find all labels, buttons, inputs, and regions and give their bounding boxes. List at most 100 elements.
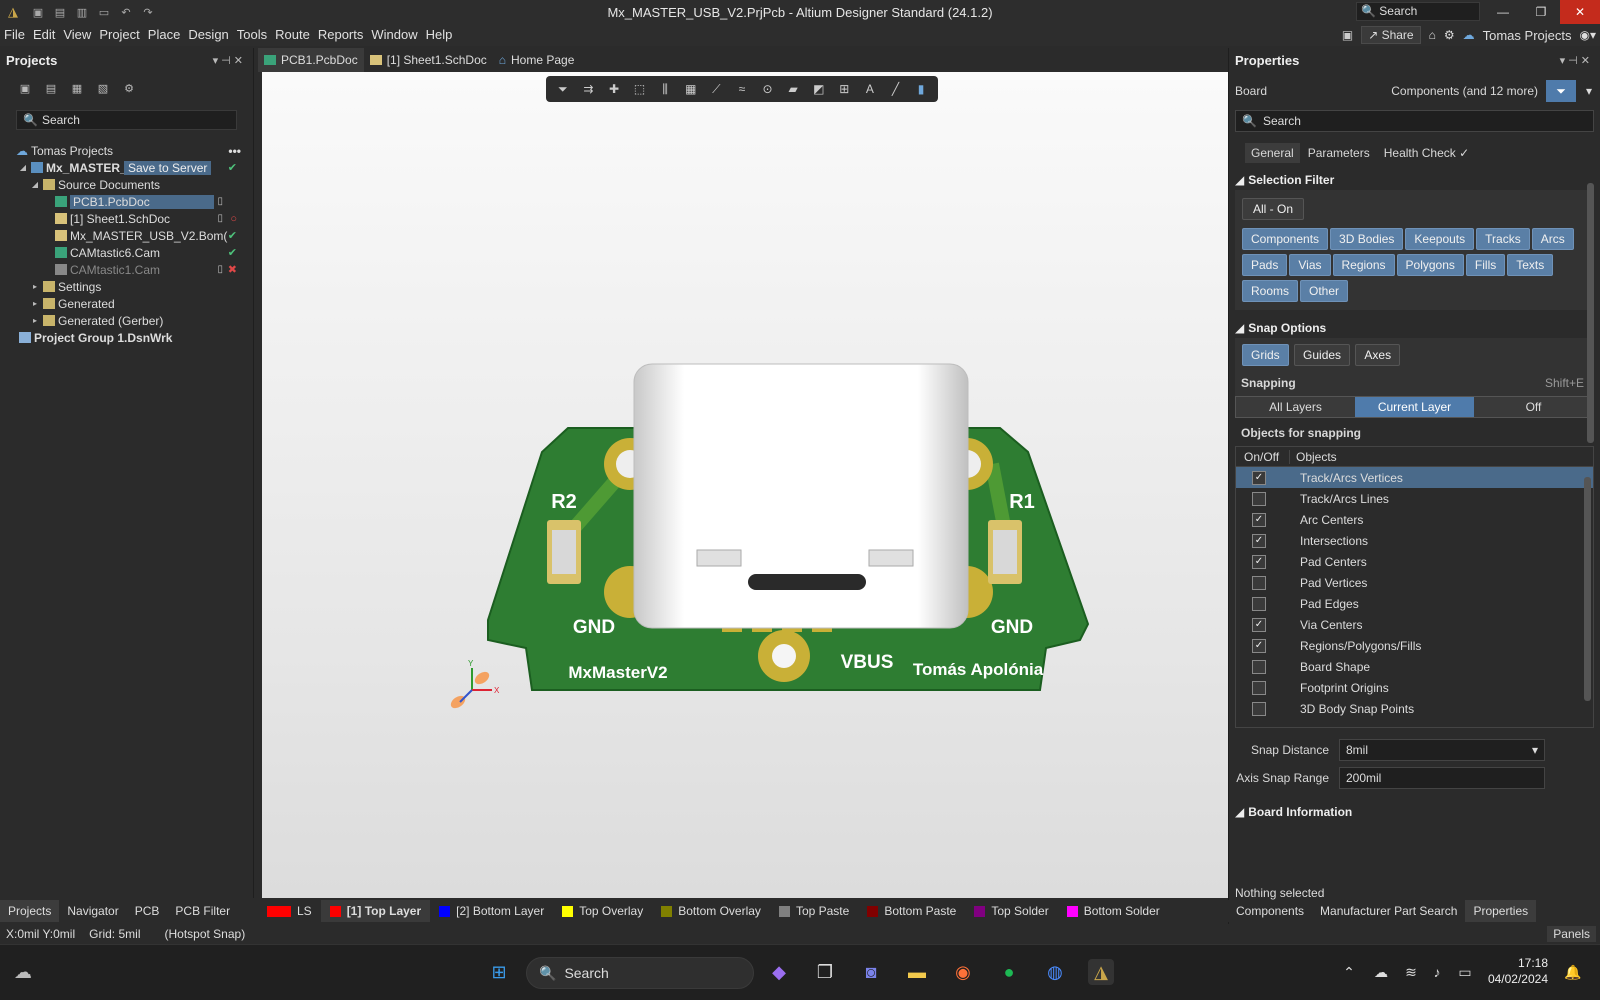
snap-object-checkbox[interactable] [1252, 680, 1266, 695]
save-all-icon[interactable]: ▤ [52, 4, 68, 20]
save-icon[interactable]: ▣ [30, 4, 46, 20]
share-button[interactable]: ↗ Share [1361, 26, 1421, 44]
maximize-button[interactable]: ❐ [1522, 0, 1560, 24]
snap-object-row[interactable]: Pad Vertices [1236, 572, 1593, 593]
filter-chip-texts[interactable]: Texts [1507, 254, 1554, 276]
menu-tools[interactable]: Tools [233, 24, 271, 46]
menu-help[interactable]: Help [422, 24, 457, 46]
projects-search-input[interactable]: 🔍 Search [16, 110, 237, 130]
open-project-icon[interactable]: ▦ [70, 82, 84, 96]
project-group-item[interactable]: Project Group 1.DsnWrk [0, 329, 253, 346]
notification-bell-icon[interactable]: 🔔 [1560, 959, 1586, 985]
layer-tab-0[interactable]: LS [258, 900, 321, 922]
project-item[interactable]: ◢ Mx_MASTER_U Save to Server ✔ [0, 159, 253, 176]
menu-window[interactable]: Window [367, 24, 421, 46]
snap-object-checkbox[interactable] [1252, 491, 1266, 506]
undo-icon[interactable]: ↶ [118, 4, 134, 20]
tab-pcb[interactable]: PCB [127, 900, 168, 922]
snap-object-row[interactable]: Board Shape [1236, 656, 1593, 677]
snap-current-layer[interactable]: Current Layer [1355, 397, 1474, 417]
source-documents-folder[interactable]: ◢ Source Documents [0, 176, 253, 193]
tab-general[interactable]: General [1245, 143, 1300, 163]
filter-chip-polygons[interactable]: Polygons [1396, 254, 1464, 276]
tab-pcb-filter[interactable]: PCB Filter [167, 900, 238, 922]
snap-object-row[interactable]: 3D Body Snap Points [1236, 698, 1593, 719]
snap-object-row[interactable]: Pad Edges [1236, 593, 1593, 614]
workspace-item[interactable]: ☁ Tomas Projects ••• [0, 142, 253, 159]
layer-tab-3[interactable]: Top Overlay [553, 900, 652, 922]
volume-icon[interactable]: ♪ [1424, 959, 1450, 985]
guides-button[interactable]: Guides [1294, 344, 1351, 366]
title-search-input[interactable]: 🔍 Search [1356, 2, 1480, 21]
layer-tab-6[interactable]: Bottom Paste [858, 900, 965, 922]
layer-tab-4[interactable]: Bottom Overlay [652, 900, 770, 922]
file-item-bom[interactable]: Mx_MASTER_USB_V2.Bom( ✔ [0, 227, 253, 244]
file-item-schdoc[interactable]: [1] Sheet1.SchDoc ▯ ○ [0, 210, 253, 227]
snap-object-row[interactable]: ✓ Via Centers [1236, 614, 1593, 635]
collapse-icon[interactable]: ◢ [30, 180, 40, 189]
snap-object-row[interactable]: ✓ Arc Centers [1236, 509, 1593, 530]
all-on-button[interactable]: All - On [1242, 198, 1305, 220]
menu-reports[interactable]: Reports [314, 24, 368, 46]
file-item-cam1[interactable]: CAMtastic1.Cam ▯ ✖ [0, 261, 253, 278]
table-scrollbar[interactable] [1584, 477, 1591, 701]
properties-search-input[interactable]: 🔍 Search [1235, 110, 1594, 132]
tab-properties[interactable]: Properties [1465, 900, 1537, 922]
close-project-icon[interactable]: ▧ [96, 82, 110, 96]
filter-chip-vias[interactable]: Vias [1289, 254, 1331, 276]
snap-object-checkbox[interactable]: ✓ [1252, 638, 1266, 653]
teams-icon[interactable]: ◙ [858, 959, 884, 985]
menu-edit[interactable]: Edit [29, 24, 59, 46]
filter-chip-tracks[interactable]: Tracks [1476, 228, 1530, 250]
axes-button[interactable]: Axes [1355, 344, 1401, 366]
generated-gerber-folder[interactable]: ▸ Generated (Gerber) [0, 312, 253, 329]
save-all-files-icon[interactable]: ▤ [44, 82, 58, 96]
filter-chip-arcs[interactable]: Arcs [1531, 228, 1574, 250]
open-folder-icon[interactable]: ▭ [96, 4, 112, 20]
save-copy-icon[interactable]: ▥ [74, 4, 90, 20]
home-icon[interactable]: ⌂ [1429, 28, 1436, 42]
file-item-cam6[interactable]: CAMtastic6.Cam ✔ [0, 244, 253, 261]
settings-icon[interactable]: ⚙ [1444, 28, 1455, 42]
panel-pin-close-icon[interactable]: ▾ ⊣ ✕ [213, 54, 243, 67]
filter-chip-other[interactable]: Other [1300, 280, 1349, 302]
layer-tab-7[interactable]: Top Solder [965, 900, 1057, 922]
snap-options-header[interactable]: ◢ Snap Options [1229, 318, 1600, 338]
signal-icon[interactable]: ◍ [1042, 959, 1068, 985]
snap-object-row[interactable]: ✓ Pad Centers [1236, 551, 1593, 572]
snap-object-checkbox[interactable] [1252, 575, 1266, 590]
snap-object-row[interactable]: Track/Arcs Lines [1236, 488, 1593, 509]
snap-distance-select[interactable]: 8mil ▾ [1339, 739, 1545, 761]
menu-route[interactable]: Route [271, 24, 314, 46]
tab-parameters[interactable]: Parameters [1302, 143, 1376, 163]
tab-sch-doc[interactable]: [1] Sheet1.SchDoc [364, 48, 493, 72]
grids-button[interactable]: Grids [1242, 344, 1289, 366]
collapse-icon[interactable]: ◢ [18, 163, 28, 172]
snap-object-checkbox[interactable] [1252, 701, 1266, 716]
more-options-icon[interactable]: ••• [228, 144, 241, 158]
filter-chip-regions[interactable]: Regions [1332, 254, 1395, 276]
snap-object-row[interactable]: ✓ Regions/Polygons/Fills [1236, 635, 1593, 656]
layer-tab-2[interactable]: [2] Bottom Layer [430, 900, 553, 922]
snap-object-checkbox[interactable]: ✓ [1252, 617, 1266, 632]
copilot-icon[interactable]: ◆ [766, 959, 792, 985]
properties-scrollbar[interactable] [1587, 183, 1594, 443]
snap-object-checkbox[interactable]: ✓ [1252, 533, 1266, 548]
user-icon[interactable]: ◉▾ [1580, 28, 1597, 42]
filter-chip-3d-bodies[interactable]: 3D Bodies [1330, 228, 1404, 250]
account-label[interactable]: Tomas Projects [1483, 28, 1572, 43]
snap-object-checkbox[interactable]: ✓ [1252, 512, 1266, 527]
close-button[interactable]: ✕ [1560, 0, 1600, 24]
filter-chip-components[interactable]: Components [1242, 228, 1329, 250]
task-view-icon[interactable]: ❐ [812, 959, 838, 985]
tab-manufacturer-part-search[interactable]: Manufacturer Part Search [1312, 900, 1465, 922]
tray-chevron-icon[interactable]: ⌃ [1336, 959, 1362, 985]
panel-pin-close-icon[interactable]: ▾ ⊣ ✕ [1560, 54, 1590, 67]
snap-object-row[interactable]: ✓ Intersections [1236, 530, 1593, 551]
settings-folder[interactable]: ▸ Settings [0, 278, 253, 295]
tab-pcb-doc[interactable]: PCB1.PcbDoc [258, 48, 364, 72]
snap-object-checkbox[interactable]: ✓ [1252, 554, 1266, 569]
generated-folder[interactable]: ▸ Generated [0, 295, 253, 312]
board-information-header[interactable]: ◢ Board Information [1229, 802, 1600, 822]
menu-view[interactable]: View [59, 24, 95, 46]
